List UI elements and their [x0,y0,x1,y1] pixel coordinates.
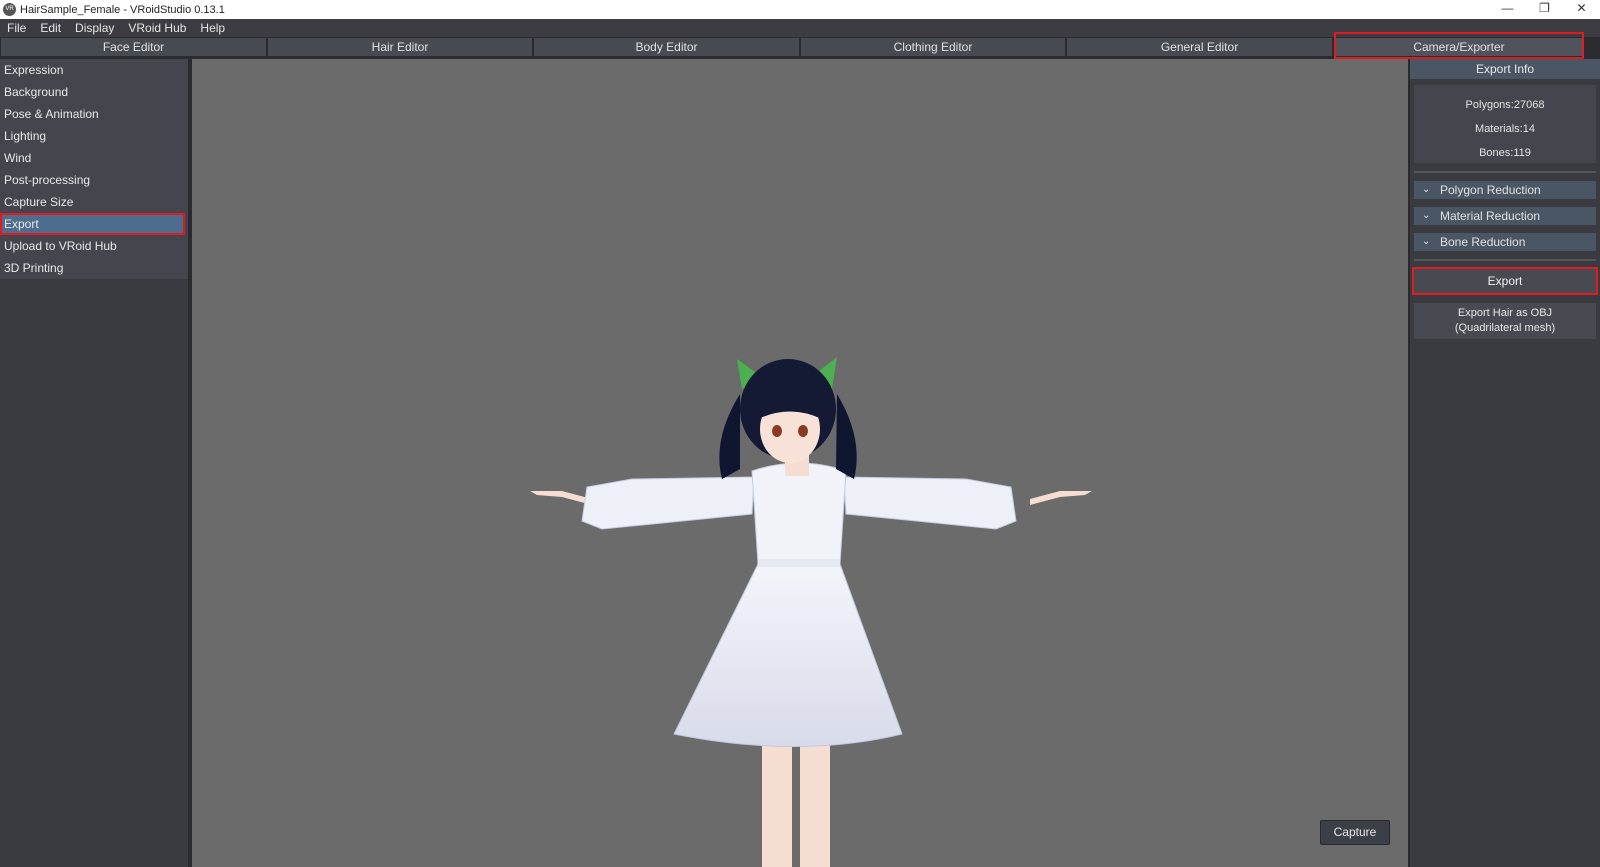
material-reduction-section[interactable]: ⌄ Material Reduction [1414,207,1596,225]
capture-button[interactable]: Capture [1320,820,1390,845]
export-hair-obj-button[interactable]: Export Hair as OBJ (Quadrilateral mesh) [1414,303,1596,339]
restore-icon[interactable]: ❐ [1526,0,1563,19]
3d-viewport[interactable]: Capture [192,59,1408,867]
materials-count: Materials:14 [1475,123,1535,135]
divider [1414,259,1596,261]
menu-display[interactable]: Display [75,21,114,35]
tab-body-editor[interactable]: Body Editor [534,38,799,56]
menu-help[interactable]: Help [200,21,225,35]
material-reduction-label: Material Reduction [1440,209,1541,223]
menu-item-post-processing[interactable]: Post-processing [0,169,188,191]
chevron-down-icon: ⌄ [1422,210,1431,221]
left-panel: Expression Background Pose & Animation L… [0,59,190,867]
menu-item-upload-vroid-hub[interactable]: Upload to VRoid Hub [0,235,188,257]
minimize-icon[interactable]: — [1489,0,1526,19]
menu-item-wind[interactable]: Wind [0,147,188,169]
camera-exporter-menu: Expression Background Pose & Animation L… [0,59,188,279]
tab-face-editor[interactable]: Face Editor [1,38,266,56]
menu-item-expression[interactable]: Expression [0,59,188,81]
chevron-down-icon: ⌄ [1422,184,1431,195]
character-model [530,357,1092,867]
export-hair-obj-line1: Export Hair as OBJ [1457,307,1553,319]
right-panel: Export Info Polygons:27068 Materials:14 … [1408,59,1600,867]
chevron-down-icon: ⌄ [1422,236,1431,247]
bone-reduction-section[interactable]: ⌄ Bone Reduction [1414,233,1596,251]
tab-hair-editor[interactable]: Hair Editor [268,38,532,56]
menu-item-pose-animation[interactable]: Pose & Animation [0,103,188,125]
character-head [719,357,857,479]
menu-edit[interactable]: Edit [40,21,61,35]
tab-clothing-editor[interactable]: Clothing Editor [801,38,1065,56]
tab-general-editor[interactable]: General Editor [1067,38,1332,56]
close-icon[interactable]: ✕ [1563,0,1600,19]
export-info-header: Export Info [1410,59,1600,79]
window-title: HairSample_Female - VRoidStudio 0.13.1 [20,3,225,16]
export-info-box: Polygons:27068 Materials:14 Bones:119 [1414,85,1596,163]
bones-count: Bones:119 [1479,147,1531,159]
title-bar: VR HairSample_Female - VRoidStudio 0.13.… [0,0,1600,19]
menu-file[interactable]: File [7,21,26,35]
window-controls: — ❐ ✕ [1489,0,1600,19]
export-button[interactable]: Export [1412,267,1598,295]
menu-item-capture-size[interactable]: Capture Size [0,191,188,213]
menu-item-lighting[interactable]: Lighting [0,125,188,147]
menu-vroid-hub[interactable]: VRoid Hub [128,21,186,35]
menu-item-3d-printing[interactable]: 3D Printing [0,257,188,279]
tab-highlight-frame [1334,32,1584,59]
menu-item-export[interactable]: Export [0,213,185,235]
export-hair-obj-line2: (Quadrilateral mesh) [1454,322,1556,334]
divider [1414,171,1596,173]
character-legs [762,739,830,867]
polygon-reduction-label: Polygon Reduction [1440,183,1541,197]
polygon-reduction-section[interactable]: ⌄ Polygon Reduction [1414,181,1596,199]
menu-item-background[interactable]: Background [0,81,188,103]
bone-reduction-label: Bone Reduction [1440,235,1526,249]
app-icon: VR [3,3,16,16]
polygons-count: Polygons:27068 [1465,99,1545,111]
